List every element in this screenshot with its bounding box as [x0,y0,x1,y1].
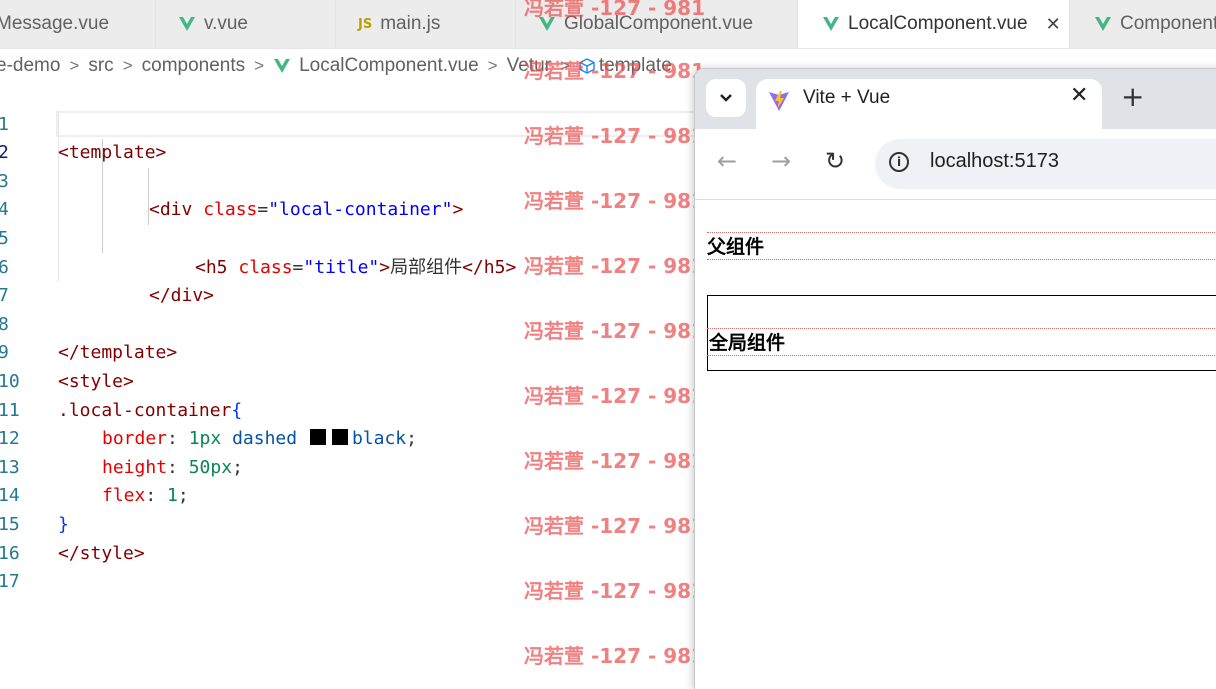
tab-search-button[interactable] [706,79,746,117]
line-number: 17 [0,571,20,593]
editor-tab-v[interactable]: v.vue [156,0,336,48]
tab-label: Component [1120,13,1216,34]
editor-tab-component[interactable]: Component [1070,0,1216,48]
browser-tab-title: Vite + Vue [803,87,891,108]
watermark: 冯若萱 -127 - 981 [524,0,705,20]
breadcrumb-item[interactable]: components [142,55,246,77]
watermark: 冯若萱 -127 - 981 [524,449,705,473]
browser-toolbar: ← → ↻ i localhost:5173 [695,129,1216,200]
reload-icon[interactable]: ↻ [825,147,845,175]
tab-label: LocalComponent.vue [848,13,1028,34]
vue-icon [1095,17,1111,31]
editor-tab-main-js[interactable]: JS main.js [336,0,516,48]
browser-page-content: 父组件 全局组件 [695,200,1216,689]
address-bar[interactable]: i localhost:5173 [875,139,1216,189]
vue-icon [179,17,195,31]
editor-tab-localcomponent[interactable]: LocalComponent.vue ✕ [798,0,1070,48]
watermark: 冯若萱 -127 - 981 [524,579,705,603]
close-icon[interactable]: ✕ [1070,83,1088,108]
watermark: 冯若萱 -127 - 981 [524,384,705,408]
breadcrumb-item[interactable]: src [88,55,113,77]
new-tab-button[interactable]: + [1121,83,1144,111]
code-line: 17 [0,540,700,592]
chevron-down-icon [720,94,732,102]
watermark: 冯若萱 -127 - 981 [524,319,705,343]
url-text[interactable]: localhost:5173 [930,150,1059,173]
vue-icon [823,17,839,31]
browser-window: Vite + Vue ✕ + ← → ↻ i localhost:5173 父组… [694,68,1216,689]
watermark: 冯若萱 -127 - 981 [524,644,705,668]
chevron-right-icon: > [69,56,80,75]
back-arrow-icon[interactable]: ← [717,147,737,175]
parent-heading: 父组件 [707,236,765,258]
watermark: 冯若萱 -127 - 981 [524,254,705,278]
editor-tab-message[interactable]: Message.vue [0,0,156,48]
breadcrumb-item[interactable]: LocalComponent.vue [299,55,479,77]
info-icon[interactable]: i [889,152,909,172]
tab-label: v.vue [204,13,249,34]
breadcrumb-item[interactable]: e-demo [0,55,60,77]
watermark: 冯若萱 -127 - 981 [524,189,705,213]
browser-tab-strip: Vite + Vue ✕ + [695,69,1216,129]
js-icon: JS [358,16,373,32]
watermark: 冯若萱 -127 - 981 [524,514,705,538]
vite-icon [769,91,789,111]
close-icon[interactable]: ✕ [1046,14,1061,35]
code-line: 1 <template> [0,82,700,164]
chevron-right-icon: > [122,56,133,75]
browser-tab[interactable]: Vite + Vue ✕ [756,79,1102,129]
forward-arrow-icon[interactable]: → [771,147,791,175]
tab-label: Message.vue [0,13,110,34]
chevron-right-icon: > [254,56,265,75]
chevron-right-icon: > [487,56,498,75]
watermark: 冯若萱 -127 - 981 [524,59,705,83]
vue-icon [274,59,291,73]
watermark: 冯若萱 -127 - 981 [524,124,705,148]
tab-label: main.js [380,13,441,34]
code-line: 15 </style> [0,482,700,564]
code-line: 8 </template> [0,282,700,364]
global-heading: 全局组件 [709,332,786,354]
